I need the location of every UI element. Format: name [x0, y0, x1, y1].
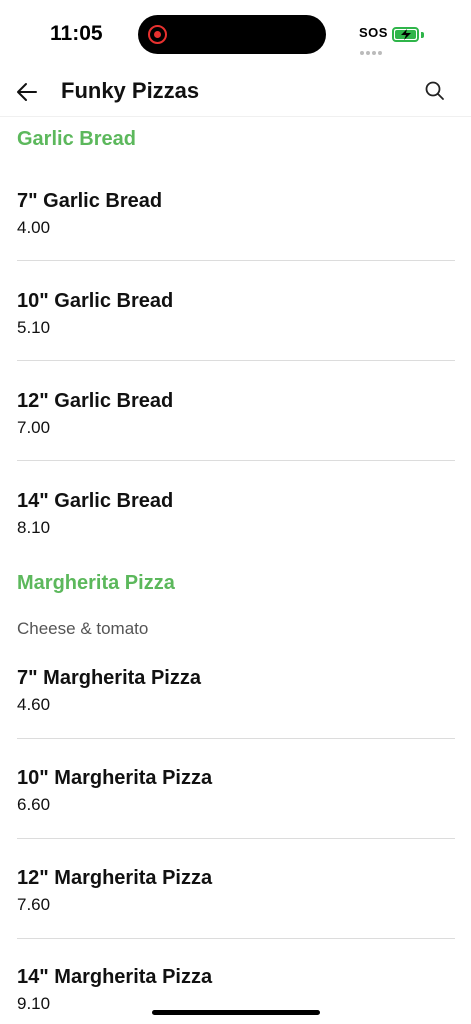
dynamic-island: [138, 15, 326, 54]
menu-item[interactable]: 12" Margherita Pizza 7.60: [17, 866, 455, 915]
menu-item[interactable]: 12" Garlic Bread 7.00: [17, 389, 455, 438]
item-name: 10" Margherita Pizza: [17, 767, 213, 789]
item-name: 7" Margherita Pizza: [17, 667, 201, 689]
item-price: 7.00: [17, 418, 51, 437]
section-title-margherita-pizza: Margherita Pizza: [17, 572, 175, 594]
item-name: 14" Margherita Pizza: [17, 966, 213, 988]
section-title-garlic-bread: Garlic Bread: [17, 128, 136, 150]
item-name: 12" Margherita Pizza: [17, 867, 213, 889]
section-description: Cheese & tomato: [17, 619, 149, 638]
status-time: 11:05: [50, 22, 103, 45]
recording-icon: [148, 25, 167, 44]
item-price: 4.00: [17, 218, 51, 237]
status-bar: 11:05 SOS: [0, 0, 471, 70]
page-title: Funky Pizzas: [61, 78, 200, 103]
item-price: 6.60: [17, 795, 51, 814]
menu-item[interactable]: 10" Garlic Bread 5.10: [17, 289, 455, 338]
search-icon[interactable]: [423, 79, 447, 103]
item-name: 10" Garlic Bread: [17, 290, 174, 312]
divider: [17, 938, 455, 939]
item-price: 7.60: [17, 895, 51, 914]
menu-item[interactable]: 14" Garlic Bread 8.10: [17, 489, 455, 538]
menu-item[interactable]: 14" Margherita Pizza 9.10: [17, 965, 455, 1014]
sos-indicator: SOS: [359, 25, 388, 40]
home-indicator[interactable]: [152, 1010, 320, 1015]
item-price: 4.60: [17, 695, 51, 714]
app-header: Funky Pizzas: [0, 70, 471, 117]
item-name: 14" Garlic Bread: [17, 490, 174, 512]
menu-item[interactable]: 10" Margherita Pizza 6.60: [17, 766, 455, 815]
divider: [17, 360, 455, 361]
item-name: 12" Garlic Bread: [17, 390, 174, 412]
divider: [17, 738, 455, 739]
battery-tip: [421, 32, 424, 38]
back-arrow-icon[interactable]: [14, 79, 40, 105]
item-name: 7" Garlic Bread: [17, 190, 163, 212]
menu-item[interactable]: 7" Margherita Pizza 4.60: [17, 666, 455, 715]
divider: [17, 838, 455, 839]
item-price: 5.10: [17, 318, 51, 337]
signal-dots-icon: [360, 42, 384, 55]
divider: [17, 260, 455, 261]
divider: [17, 460, 455, 461]
menu-item[interactable]: 7" Garlic Bread 4.00: [17, 189, 455, 238]
battery-icon: [392, 27, 419, 42]
item-price: 8.10: [17, 518, 51, 537]
